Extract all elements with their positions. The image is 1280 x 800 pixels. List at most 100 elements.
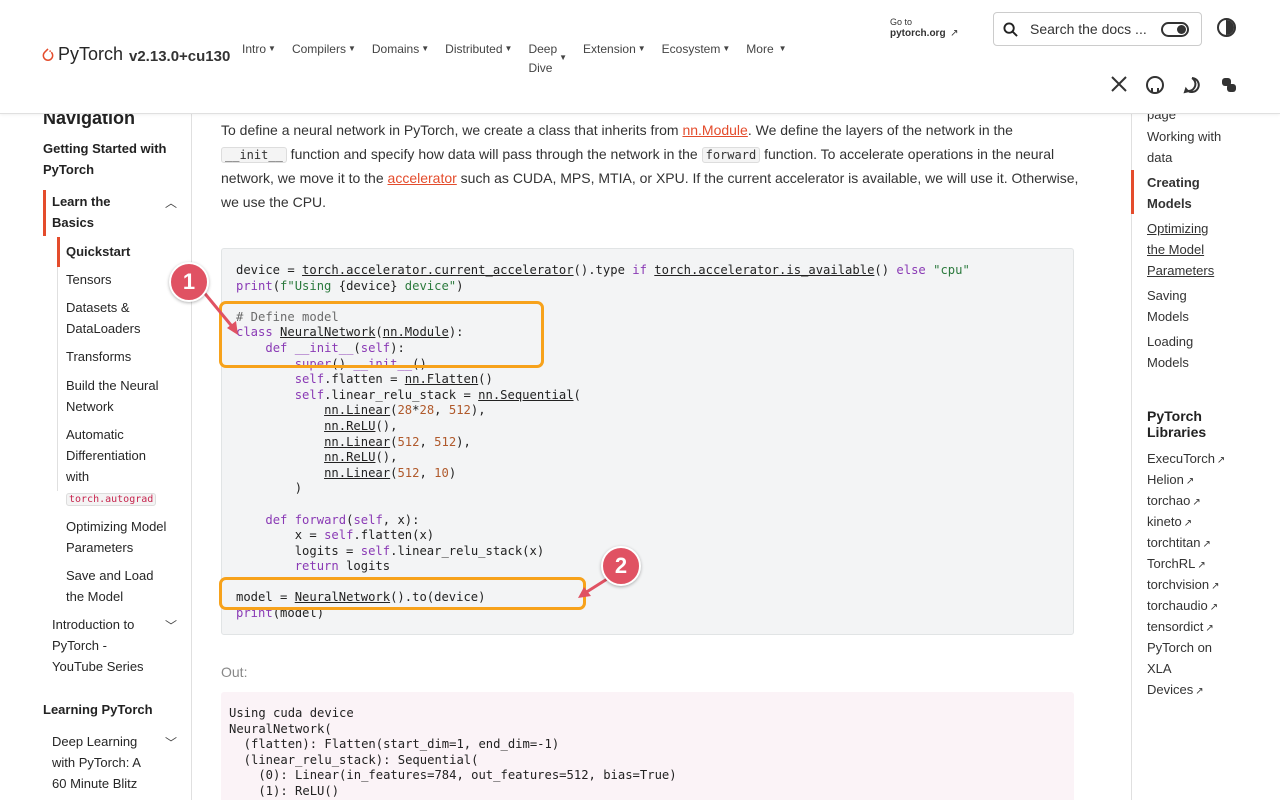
caret-down-icon: ▼ (347, 44, 356, 53)
pytorch-flame-icon (42, 47, 54, 61)
goto-pytorch-link[interactable]: Go to pytorch.org ↗ (890, 17, 958, 39)
search-toggle[interactable] (1161, 22, 1189, 37)
caret-down-icon: ▼ (268, 44, 276, 53)
toc-active-bar (1131, 170, 1134, 214)
lib-label: torchaudio (1147, 598, 1208, 613)
para-text: function and specify how data will pass … (286, 145, 702, 162)
output-line: (0): Linear(in_features=784, out_feature… (229, 768, 677, 783)
output-line: NeuralNetwork( (229, 721, 332, 736)
theme-toggle-icon[interactable] (1217, 18, 1236, 37)
nn-module-link[interactable]: nn.Module (682, 122, 747, 138)
toc-item-saving[interactable]: Saving Models (1147, 285, 1207, 327)
search-icon (1003, 21, 1018, 37)
pytorch-logo[interactable]: PyTorch (42, 44, 123, 65)
sidebar-item-autograd[interactable]: Automatic Differentiation with torch.aut… (66, 424, 162, 510)
lib-link[interactable]: ExecuTorch ↗ (1147, 448, 1225, 471)
autograd-code-chip: torch.autograd (66, 493, 157, 506)
toc-item-loading[interactable]: Loading Models (1147, 331, 1207, 373)
chevron-down-icon[interactable]: ﹀ (165, 617, 177, 634)
lib-link[interactable]: Helion ↗ (1147, 469, 1194, 492)
toc-item-working-data[interactable]: Working with data (1147, 126, 1227, 168)
caret-down-icon: ▼ (637, 44, 646, 53)
external-link-icon: ↗ (1202, 539, 1211, 550)
nav-deep-dive[interactable]: Deep Dive ▼ (528, 42, 567, 78)
search-box[interactable]: Search the docs ... (993, 12, 1202, 46)
toc-item-creating-models[interactable]: Creating Models (1147, 172, 1217, 214)
external-link-icon: ↗ (1211, 581, 1220, 592)
lib-link[interactable]: torchtitan ↗ (1147, 532, 1211, 555)
sidebar-item-quickstart[interactable]: Quickstart (66, 241, 130, 262)
chevron-up-icon[interactable]: ︿ (165, 194, 177, 211)
output-line: (linear_relu_stack): Sequential( (229, 752, 479, 767)
active-section-bar (43, 190, 46, 236)
python-icon[interactable] (1219, 75, 1239, 95)
right-toc: page Working with data Creating Models O… (1131, 107, 1280, 800)
goto-link-text: pytorch.org (890, 28, 946, 39)
nav-extension[interactable]: Extension ▼ (583, 42, 646, 78)
subsection-line (57, 237, 58, 491)
nav-more[interactable]: More ▼ (746, 42, 786, 78)
lib-label: torchtitan (1147, 535, 1201, 550)
version-label[interactable]: v2.13.0+cu130 (129, 48, 230, 65)
sidebar-group-learning[interactable]: Learning PyTorch (43, 699, 153, 720)
nav-distributed[interactable]: Distributed ▼ (445, 42, 512, 78)
discourse-icon[interactable] (1182, 75, 1202, 95)
lib-link[interactable]: torchao ↗ (1147, 490, 1201, 513)
output-label: Out: (221, 664, 248, 680)
output-line: (1): ReLU() (229, 783, 340, 798)
search-placeholder: Search the docs ... (1030, 21, 1147, 37)
external-link-icon: ↗ (1183, 518, 1193, 529)
caret-down-icon: ▼ (778, 44, 787, 53)
sidebar-item-tensors[interactable]: Tensors (66, 269, 112, 290)
output-content: Using cuda device NeuralNetwork( (flatten… (229, 706, 677, 800)
caret-down-icon: ▼ (421, 44, 430, 53)
lib-label: torchao (1147, 493, 1191, 508)
sidebar-item-intro-series[interactable]: Introduction to PyTorch - YouTube Series (52, 614, 152, 677)
sidebar-item-learn-basics[interactable]: Learn the Basics (52, 191, 152, 233)
chevron-down-icon[interactable]: ﹀ (165, 734, 177, 751)
autograd-label: Automatic Differentiation with (66, 427, 146, 484)
lib-label: TorchRL (1147, 556, 1196, 571)
lib-link[interactable]: TorchRL ↗ (1147, 553, 1206, 576)
lib-link[interactable]: torchvision ↗ (1147, 574, 1220, 597)
highlight-box-1 (219, 301, 544, 368)
lib-label: torchvision (1147, 577, 1210, 592)
nav-intro[interactable]: Intro ▼ (242, 42, 276, 78)
sidebar-item-save-load[interactable]: Save and Load the Model (66, 565, 166, 607)
caret-down-icon: ▼ (722, 44, 731, 53)
annotation-badge-1: 1 (169, 262, 209, 302)
nav-domains[interactable]: Domains ▼ (372, 42, 429, 78)
active-item-bar (57, 237, 60, 267)
external-link-icon: ↗ (1209, 602, 1219, 613)
lib-link[interactable]: kineto ↗ (1147, 511, 1192, 534)
lib-link[interactable]: tensordict ↗ (1147, 616, 1214, 639)
output-block: Using cuda device NeuralNetwork( (flatten… (221, 692, 1074, 800)
sidebar-item-deep-learning[interactable]: Deep Learning with PyTorch: A 60 Minute … (52, 731, 152, 794)
external-link-icon: ↗ (1185, 476, 1195, 487)
sidebar-item-datasets[interactable]: Datasets & DataLoaders (66, 297, 166, 339)
lib-link[interactable]: torchaudio ↗ (1147, 595, 1218, 618)
external-link-icon: ↗ (1192, 497, 1201, 508)
x-twitter-icon[interactable] (1110, 75, 1128, 93)
lib-link[interactable]: PyTorch on XLA Devices ↗ (1147, 637, 1225, 702)
sidebar-item-transforms[interactable]: Transforms (66, 346, 131, 367)
nav-label: Intro (242, 42, 267, 56)
lib-label: tensordict (1147, 619, 1204, 634)
nav-ecosystem[interactable]: Ecosystem ▼ (662, 42, 731, 78)
nav-compilers[interactable]: Compilers ▼ (292, 42, 356, 78)
output-line: (flatten): Flatten(start_dim=1, end_dim=… (229, 737, 560, 752)
sidebar-item-build-nn[interactable]: Build the Neural Network (66, 375, 166, 417)
accelerator-link[interactable]: accelerator (388, 170, 457, 186)
nav-label: Domains (371, 42, 420, 56)
github-icon[interactable] (1145, 75, 1165, 95)
top-header: PyTorch v2.13.0+cu130 Intro ▼ Compilers ▼ … (0, 0, 1280, 114)
toc-item-optimizing[interactable]: Optimizing the Model Parameters (1147, 218, 1222, 281)
nav-label: Dive (528, 61, 553, 75)
sidebar-title: Navigation (43, 114, 136, 128)
lib-label: kineto (1147, 514, 1182, 529)
sidebar-group-getting-started[interactable]: Getting Started with PyTorch (43, 138, 183, 180)
nav-label: Extension (583, 42, 636, 56)
intro-paragraph: To define a neural network in PyTorch, w… (221, 119, 1081, 214)
goto-small-label: Go to (890, 17, 913, 27)
sidebar-item-optimizing[interactable]: Optimizing Model Parameters (66, 516, 181, 558)
